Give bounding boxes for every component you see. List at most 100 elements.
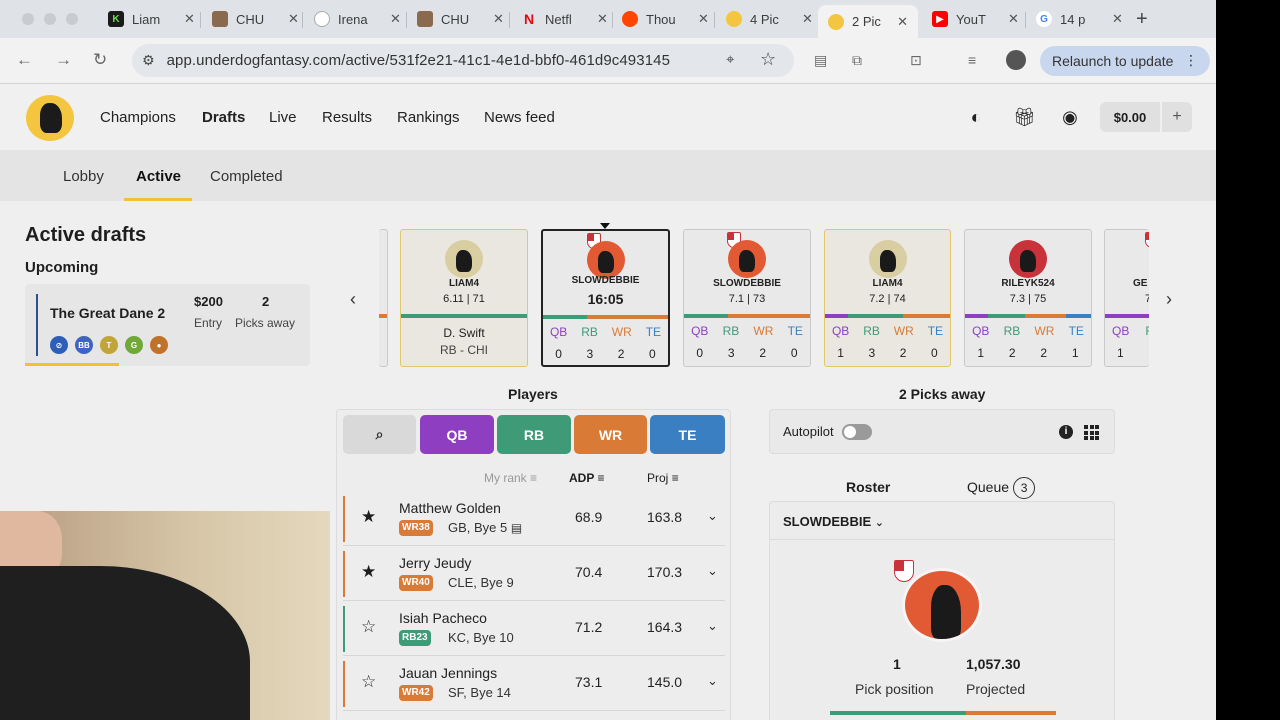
- player-row[interactable]: ★ Jerry Jeudy WR40 CLE, Bye 9 70.4 170.3…: [343, 547, 725, 601]
- browser-tab[interactable]: Thou ✕: [612, 5, 719, 33]
- nav-champions[interactable]: Champions: [100, 109, 176, 126]
- nav-drafts[interactable]: Drafts: [202, 109, 245, 126]
- current-pick-card[interactable]: SLOWDEBBIE 16:05 QB RB WR TE 0 3 2 0: [541, 229, 670, 367]
- browser-tab[interactable]: CHU ✕: [202, 5, 309, 33]
- basketball-icon: ●: [150, 336, 168, 354]
- close-tab-icon[interactable]: ✕: [597, 11, 608, 27]
- close-tab-icon[interactable]: ✕: [288, 11, 299, 27]
- nav-rankings[interactable]: Rankings: [397, 109, 460, 126]
- browser-tab[interactable]: Irena ✕: [304, 5, 411, 33]
- close-tab-icon[interactable]: ✕: [390, 11, 401, 27]
- profile-avatar[interactable]: [1006, 50, 1026, 70]
- browser-tab[interactable]: ▶ YouT ✕: [922, 5, 1029, 33]
- extension-icon[interactable]: ▤: [814, 52, 830, 68]
- autopilot-toggle[interactable]: [842, 424, 872, 440]
- tab-lobby[interactable]: Lobby: [63, 168, 104, 185]
- close-tab-icon[interactable]: ✕: [184, 11, 195, 27]
- site-settings-icon[interactable]: ⚙: [142, 52, 155, 69]
- bookmark-star-icon[interactable]: ☆: [760, 49, 776, 70]
- grid-view-icon[interactable]: [1084, 425, 1099, 440]
- close-tab-icon[interactable]: ✕: [1008, 11, 1019, 27]
- close-tab-icon[interactable]: ✕: [802, 11, 813, 27]
- balance-display[interactable]: $0.00: [1100, 102, 1160, 132]
- roster-user-select[interactable]: SLOWDEBBIE ⌄: [770, 502, 1114, 540]
- forward-icon[interactable]: →: [55, 50, 72, 70]
- close-tab-icon[interactable]: ✕: [698, 11, 709, 27]
- player-row[interactable]: ★ Matthew Golden WR38 GB, Bye 5 ▤ 68.9 1…: [343, 492, 725, 546]
- pick-card-partial[interactable]: GE 7 QB R 1: [1104, 229, 1149, 367]
- url-text[interactable]: app.underdogfantasy.com/active/531f2e21-…: [167, 52, 670, 69]
- reload-icon[interactable]: ↻: [93, 50, 107, 70]
- close-window-button[interactable]: [22, 13, 34, 25]
- nav-results[interactable]: Results: [322, 109, 372, 126]
- nav-news-feed[interactable]: News feed: [484, 109, 555, 126]
- tab-roster[interactable]: Roster: [846, 479, 890, 495]
- draft-card[interactable]: The Great Dane 2 $200 Entry 2 Picks away…: [25, 284, 310, 366]
- count-qb: 0: [555, 347, 562, 361]
- location-icon[interactable]: ⌖: [726, 51, 734, 68]
- close-tab-icon[interactable]: ✕: [1112, 11, 1123, 27]
- chevron-down-icon[interactable]: ⌄: [707, 563, 718, 579]
- new-tab-button[interactable]: +: [1136, 8, 1148, 31]
- nav-live[interactable]: Live: [269, 109, 297, 126]
- user-pick-card[interactable]: LIAM4 7.2 | 74 QB RB WR TE 1 3 2 0: [824, 229, 951, 367]
- filter-te-button[interactable]: TE: [650, 415, 725, 454]
- chevron-down-icon[interactable]: ⌄: [707, 508, 718, 524]
- close-tab-icon[interactable]: ✕: [897, 14, 908, 30]
- sport-badges: ⊘ BB T G ●: [50, 336, 168, 354]
- pick-card[interactable]: RILEYK524 7.3 | 75 QB RB WR TE 1 2 2 1: [964, 229, 1092, 367]
- tab-completed[interactable]: Completed: [210, 168, 283, 185]
- account-icon[interactable]: ◉: [1060, 107, 1080, 127]
- browser-tab[interactable]: K Liam ✕: [98, 5, 205, 33]
- info-icon[interactable]: i: [1059, 425, 1073, 439]
- puzzle-icon[interactable]: ⧉: [852, 52, 868, 68]
- chevron-down-icon[interactable]: ⌄: [707, 673, 718, 689]
- sort-my-rank[interactable]: My rank ≡: [484, 471, 537, 485]
- add-funds-button[interactable]: +: [1162, 102, 1192, 132]
- media-icon[interactable]: ≡: [968, 52, 984, 68]
- player-row[interactable]: ☆ Jauan Jennings WR42 SF, Bye 14 73.1 14…: [343, 657, 725, 711]
- star-outline-icon[interactable]: ☆: [361, 617, 376, 637]
- relaunch-button[interactable]: Relaunch to update ⋮: [1040, 46, 1210, 76]
- sort-adp[interactable]: ADP ≡: [569, 471, 604, 485]
- back-icon[interactable]: ←: [16, 50, 33, 70]
- carousel-next-icon[interactable]: ›: [1166, 289, 1172, 310]
- pos-qb: QB: [831, 324, 850, 338]
- carousel-prev-icon[interactable]: ‹: [350, 289, 356, 310]
- browser-tab[interactable]: G 14 p ✕: [1026, 5, 1133, 33]
- browser-tab[interactable]: CHU ✕: [407, 5, 514, 33]
- address-bar[interactable]: ⚙ app.underdogfantasy.com/active/531f2e2…: [132, 44, 794, 77]
- tab-strip: K Liam ✕ CHU ✕ Irena ✕ CHU ✕ N Netfl ✕ Thou ✕: [0, 0, 1216, 38]
- sort-proj[interactable]: Proj ≡: [647, 471, 679, 485]
- theme-toggle-icon[interactable]: ◐: [966, 107, 986, 127]
- position-rank-badge: WR40: [399, 575, 433, 591]
- star-filled-icon[interactable]: ★: [361, 507, 376, 527]
- star-filled-icon[interactable]: ★: [361, 562, 376, 582]
- maximize-window-button[interactable]: [66, 13, 78, 25]
- filter-qb-button[interactable]: QB: [420, 415, 494, 454]
- tab-active[interactable]: Active: [136, 168, 181, 185]
- tab-queue[interactable]: Queue 3: [967, 477, 1036, 499]
- player-row[interactable]: ☆ Isiah Pacheco RB23 KC, Bye 10 71.2 164…: [343, 602, 725, 656]
- news-note-icon[interactable]: ▤: [511, 521, 522, 535]
- minimize-window-button[interactable]: [44, 13, 56, 25]
- pick-card[interactable]: SLOWDEBBIE 7.1 | 73 QB RB WR TE 0 3 2 0: [683, 229, 811, 367]
- search-button[interactable]: ⌕: [343, 415, 416, 454]
- tab-search-icon[interactable]: ⊡: [910, 52, 926, 68]
- filter-rb-button[interactable]: RB: [497, 415, 571, 454]
- gift-icon[interactable]: 🎁︎: [1013, 107, 1036, 127]
- underdog-logo[interactable]: [26, 95, 74, 141]
- browser-tab[interactable]: 4 Pic ✕: [716, 5, 823, 33]
- filter-wr-button[interactable]: WR: [574, 415, 647, 454]
- chevron-down-icon[interactable]: ⌄: [707, 618, 718, 634]
- browser-tab-active[interactable]: 2 Pic ✕: [818, 5, 918, 38]
- card-highlight: [25, 363, 119, 366]
- position-rank-badge: RB23: [399, 630, 431, 646]
- browser-tab[interactable]: N Netfl ✕: [511, 5, 618, 33]
- pick-card[interactable]: LIAM4 6.11 | 71 D. Swift RB - CHI: [400, 229, 528, 367]
- star-outline-icon[interactable]: ☆: [361, 672, 376, 692]
- more-menu-icon[interactable]: ⋮: [1184, 52, 1198, 69]
- pos-qb: QB: [972, 324, 990, 338]
- close-tab-icon[interactable]: ✕: [493, 11, 504, 27]
- count-wr: 2: [899, 346, 907, 360]
